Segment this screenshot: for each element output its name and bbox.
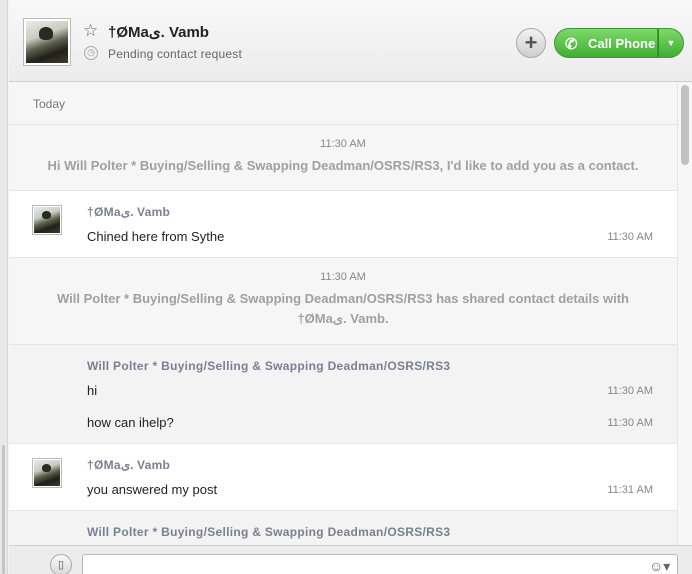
message-text: hi bbox=[87, 383, 98, 398]
message-input[interactable] bbox=[82, 554, 678, 574]
system-message-time: 11:30 AM bbox=[320, 271, 366, 283]
sender-photo bbox=[34, 207, 60, 233]
contact-status: Pending contact request bbox=[108, 47, 243, 61]
contact-avatar[interactable] bbox=[23, 18, 71, 66]
emoticon-icon[interactable]: ☺▾ bbox=[649, 558, 670, 574]
call-options-dropdown[interactable]: ▼ bbox=[658, 28, 684, 58]
add-participant-button[interactable]: + bbox=[516, 28, 546, 58]
sender-name[interactable]: Will Polter * Buying/Selling & Swapping … bbox=[87, 359, 450, 373]
clock-icon: ◷ bbox=[84, 46, 98, 60]
scrollbar-thumb[interactable] bbox=[681, 85, 689, 165]
sender-name[interactable]: Will Polter * Buying/Selling & Swapping … bbox=[87, 525, 450, 539]
system-message-text: Will Polter * Buying/Selling & Swapping … bbox=[57, 291, 629, 326]
system-message-time: 11:30 AM bbox=[320, 138, 366, 150]
message-time: 11:30 AM bbox=[607, 231, 653, 243]
phone-icon: ✆ bbox=[565, 36, 578, 53]
system-message: 11:30 AM Will Polter * Buying/Selling & … bbox=[9, 258, 677, 345]
sender-name[interactable]: †ØMaی. Vamb bbox=[87, 458, 170, 472]
message-composer: ▯ ☺▾ bbox=[9, 545, 692, 574]
message-time: 11:30 AM bbox=[607, 417, 653, 429]
message-group: †ØMaی. Vamb Chined here from Sythe 11:30… bbox=[9, 191, 677, 258]
contact-photo bbox=[26, 21, 68, 63]
message-text: how can ihelp? bbox=[87, 415, 174, 430]
message-time: 11:31 AM bbox=[607, 484, 653, 496]
message-text: you answered my post bbox=[87, 482, 218, 497]
sender-name[interactable]: †ØMaی. Vamb bbox=[87, 205, 170, 219]
system-message-text: Hi Will Polter * Buying/Selling & Swappi… bbox=[47, 158, 639, 173]
star-icon[interactable]: ☆ bbox=[83, 21, 98, 41]
mobile-device-icon[interactable]: ▯ bbox=[50, 554, 72, 574]
window-left-edge bbox=[0, 0, 8, 574]
message-group: Will Polter * Buying/Selling & Swapping … bbox=[9, 511, 677, 545]
sender-avatar[interactable] bbox=[32, 458, 62, 488]
system-message: 11:30 AM Hi Will Polter * Buying/Selling… bbox=[9, 125, 677, 191]
message-list[interactable]: Today 11:30 AM Hi Will Polter * Buying/S… bbox=[9, 83, 677, 545]
call-phone-button[interactable]: ✆ Call Phone bbox=[554, 28, 658, 58]
call-phone-label: Call Phone bbox=[588, 36, 656, 51]
message-group: Will Polter * Buying/Selling & Swapping … bbox=[9, 345, 677, 444]
message-text: Chined here from Sythe bbox=[87, 229, 225, 244]
message-time: 11:30 AM bbox=[607, 385, 653, 397]
conversation-header: ☆ †ØMaی. Vamb ◷ Pending contact request … bbox=[9, 0, 692, 82]
message-group: †ØMaی. Vamb you answered my post 11:31 A… bbox=[9, 444, 677, 511]
vertical-scrollbar[interactable] bbox=[677, 83, 692, 545]
left-scroll-grip[interactable] bbox=[2, 445, 5, 574]
sender-avatar[interactable] bbox=[32, 205, 62, 235]
day-separator: Today bbox=[9, 83, 677, 125]
sender-photo bbox=[34, 460, 60, 486]
contact-name: †ØMaی. Vamb bbox=[108, 24, 209, 41]
